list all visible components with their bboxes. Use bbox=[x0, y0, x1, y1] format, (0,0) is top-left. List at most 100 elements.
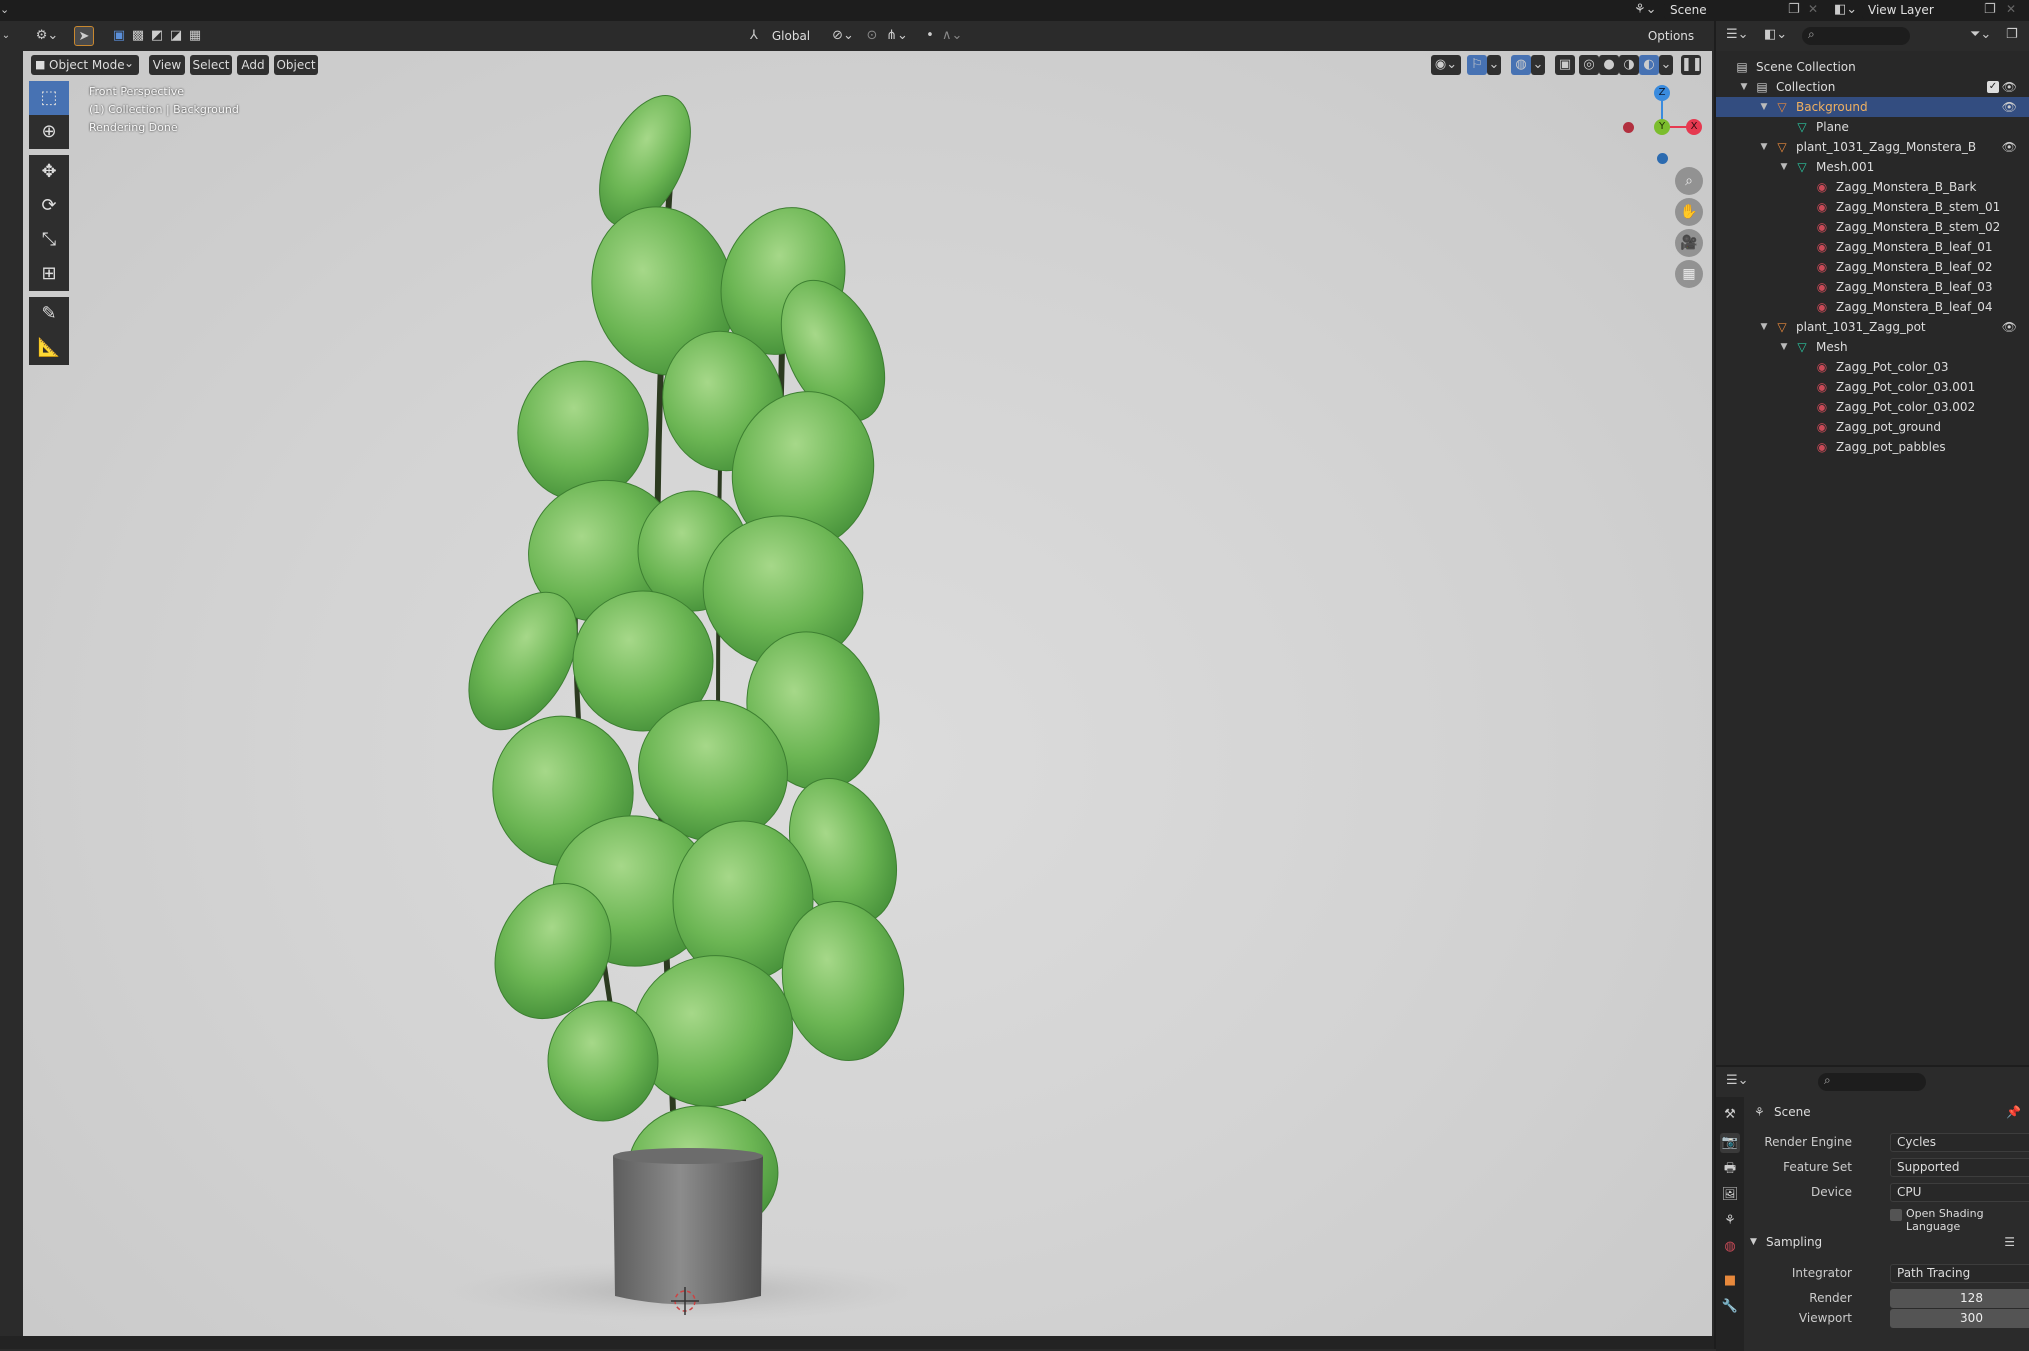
camera-view-icon[interactable]: 🎥 bbox=[1675, 229, 1703, 257]
expand-toggle-icon[interactable]: ▼ bbox=[1758, 137, 1770, 157]
select-extend-icon[interactable]: ▩ bbox=[129, 26, 147, 46]
view-layer-field[interactable]: View Layer bbox=[1862, 2, 1982, 19]
render-samples-field[interactable]: 128 bbox=[1890, 1289, 2029, 1308]
expand-toggle-icon[interactable]: ▼ bbox=[1778, 157, 1790, 177]
visibility-eye-icon[interactable]: 👁 bbox=[2002, 137, 2017, 157]
select-box-tool-icon[interactable]: ⬚ bbox=[29, 81, 69, 115]
pin-icon[interactable]: 📌 bbox=[2006, 1105, 2021, 1119]
display-mode-icon[interactable]: ◧⌄ bbox=[1764, 27, 1787, 42]
new-collection-icon[interactable]: ❐ bbox=[2006, 27, 2018, 42]
outliner-editor-type-icon[interactable]: ☰⌄ bbox=[1726, 27, 1749, 42]
new-view-layer-icon[interactable]: ❐ bbox=[1984, 2, 1996, 17]
select-intersect-icon[interactable]: ▦ bbox=[186, 26, 204, 46]
gizmo-y-axis[interactable]: Y bbox=[1654, 119, 1670, 135]
rotate-tool-icon[interactable]: ⟳ bbox=[29, 189, 69, 223]
scene-name-field[interactable]: Scene bbox=[1664, 2, 1784, 19]
shading-solid-icon[interactable]: ● bbox=[1599, 55, 1619, 75]
gizmo-neg-z-axis[interactable] bbox=[1657, 153, 1668, 164]
expand-toggle-icon[interactable]: ▼ bbox=[1758, 317, 1770, 337]
close-scene-icon[interactable]: ✕ bbox=[1808, 2, 1818, 16]
outliner-row[interactable]: ▼ ▤ Collection 👁 ✓ bbox=[1716, 77, 2029, 97]
close-view-layer-icon[interactable]: ✕ bbox=[2006, 2, 2016, 16]
presets-list-icon[interactable]: ☰ bbox=[2004, 1235, 2015, 1249]
outliner-row[interactable]: ▼ ▽ plant_1031_Zagg_pot 👁 bbox=[1716, 317, 2029, 337]
overlays-dropdown-icon[interactable]: ⌄ bbox=[1531, 55, 1545, 75]
outliner-row[interactable]: ▤ Scene Collection bbox=[1716, 57, 2029, 77]
shading-dropdown-icon[interactable]: ⌄ bbox=[1659, 55, 1673, 75]
transform-orientation-icon[interactable]: ⅄ bbox=[744, 26, 764, 46]
mode-selector[interactable]: ■ Object Mode ⌄ bbox=[31, 55, 139, 75]
feature-set-select[interactable]: Supported bbox=[1890, 1158, 2029, 1177]
menu-add[interactable]: Add bbox=[237, 55, 269, 75]
viewport-samples-field[interactable]: 300 bbox=[1890, 1309, 2029, 1328]
outliner-row[interactable]: ◉ Zagg_Monstera_B_leaf_01 bbox=[1716, 237, 2029, 257]
navigation-gizmo[interactable]: Z Y X bbox=[1623, 85, 1703, 165]
scene-tab-icon[interactable]: ⚘ bbox=[1720, 1211, 1740, 1231]
view-layer-icon[interactable]: ◧⌄ bbox=[1834, 2, 1857, 17]
view-layer-tab-icon[interactable]: 🖼 bbox=[1720, 1185, 1740, 1205]
menu-select[interactable]: Select bbox=[190, 55, 232, 75]
visibility-eye-icon[interactable]: 👁 bbox=[2002, 97, 2017, 117]
outliner-row[interactable]: ◉ Zagg_Pot_color_03 bbox=[1716, 357, 2029, 377]
render-tab-icon[interactable]: 📷 bbox=[1720, 1133, 1740, 1153]
object-tab-icon[interactable]: ■ bbox=[1720, 1271, 1740, 1291]
proportional-edit-icon[interactable]: • bbox=[920, 26, 940, 46]
world-tab-icon[interactable]: ◍ bbox=[1720, 1237, 1740, 1257]
shading-wireframe-icon[interactable]: ◎ bbox=[1579, 55, 1599, 75]
outliner-row[interactable]: ▼ ▽ Mesh bbox=[1716, 337, 2029, 357]
modifier-tab-icon[interactable]: 🔧 bbox=[1720, 1297, 1740, 1317]
proportional-falloff-icon[interactable]: ∧⌄ bbox=[942, 26, 962, 46]
pause-render-icon[interactable]: ❚❚ bbox=[1681, 55, 1703, 75]
outliner-row[interactable]: ◉ Zagg_Monstera_B_leaf_02 bbox=[1716, 257, 2029, 277]
move-tool-icon[interactable]: ✥ bbox=[29, 155, 69, 189]
outliner-row[interactable]: ◉ Zagg_Monstera_B_stem_01 bbox=[1716, 197, 2029, 217]
select-tool-icon[interactable]: ➤ bbox=[74, 26, 94, 46]
gizmo-dropdown-icon[interactable]: ⌄ bbox=[1487, 55, 1501, 75]
outliner-row[interactable]: ▼ ▽ Background 👁 bbox=[1716, 97, 2029, 117]
select-difference-icon[interactable]: ◪ bbox=[167, 26, 185, 46]
sidebar-toggle-icon[interactable]: ⌄ bbox=[0, 26, 12, 46]
select-new-icon[interactable]: ▣ bbox=[110, 26, 128, 46]
outliner-row[interactable]: ◉ Zagg_pot_pabbles bbox=[1716, 437, 2029, 457]
new-scene-icon[interactable]: ❐ bbox=[1788, 2, 1800, 17]
gizmo-neg-x-axis[interactable] bbox=[1623, 122, 1634, 133]
outliner-row[interactable]: ◉ Zagg_Pot_color_03.001 bbox=[1716, 377, 2029, 397]
select-subtract-icon[interactable]: ◩ bbox=[148, 26, 166, 46]
menu-object[interactable]: Object bbox=[274, 55, 318, 75]
outliner-row[interactable]: ◉ Zagg_Monstera_B_stem_02 bbox=[1716, 217, 2029, 237]
outliner-row[interactable]: ▼ ▽ Mesh.001 bbox=[1716, 157, 2029, 177]
render-engine-select[interactable]: Cycles bbox=[1890, 1133, 2029, 1152]
outliner-row[interactable]: ◉ Zagg_Pot_color_03.002 bbox=[1716, 397, 2029, 417]
zoom-icon[interactable]: ⌕ bbox=[1675, 167, 1703, 195]
shading-rendered-icon[interactable]: ◐ bbox=[1639, 55, 1659, 75]
outliner-row[interactable]: ◉ Zagg_pot_ground bbox=[1716, 417, 2029, 437]
gizmo-toggle-icon[interactable]: ⚐ bbox=[1467, 55, 1487, 75]
snap-icon[interactable]: ⊙ bbox=[862, 26, 882, 46]
outliner-row[interactable]: ◉ Zagg_Monstera_B_leaf_03 bbox=[1716, 277, 2029, 297]
visibility-icon[interactable]: ◉⌄ bbox=[1431, 55, 1461, 75]
shading-material-icon[interactable]: ◑ bbox=[1619, 55, 1639, 75]
collection-checkbox[interactable]: ✓ bbox=[1987, 81, 1999, 93]
transform-orientation-select[interactable]: Global bbox=[762, 26, 820, 46]
scale-tool-icon[interactable]: ⤡ bbox=[29, 223, 69, 257]
tool-tab-icon[interactable]: ⚒ bbox=[1720, 1105, 1740, 1125]
outliner-row[interactable]: ◉ Zagg_Monstera_B_leaf_04 bbox=[1716, 297, 2029, 317]
integrator-select[interactable]: Path Tracing bbox=[1890, 1264, 2029, 1283]
gizmo-x-axis[interactable]: X bbox=[1686, 119, 1702, 135]
gizmo-z-axis[interactable]: Z bbox=[1654, 85, 1670, 101]
visibility-eye-icon[interactable]: 👁 bbox=[2002, 77, 2017, 97]
outliner-row[interactable]: ▽ Plane bbox=[1716, 117, 2029, 137]
outliner-search-input[interactable]: ⌕ bbox=[1802, 27, 1910, 45]
expand-toggle-icon[interactable]: ▼ bbox=[1738, 77, 1750, 97]
sampling-collapse-icon[interactable]: ▼ bbox=[1750, 1237, 1757, 1247]
properties-search-input[interactable]: ⌕ bbox=[1818, 1073, 1926, 1091]
annotate-tool-icon[interactable]: ✎ bbox=[29, 297, 69, 331]
osl-checkbox[interactable] bbox=[1890, 1209, 1902, 1221]
sampling-title[interactable]: Sampling bbox=[1766, 1235, 1822, 1249]
overlays-toggle-icon[interactable]: ◍ bbox=[1511, 55, 1531, 75]
scene-icon[interactable]: ⚘⌄ bbox=[1634, 2, 1657, 17]
device-select[interactable]: CPU bbox=[1890, 1183, 2029, 1202]
pan-hand-icon[interactable]: ✋ bbox=[1675, 198, 1703, 226]
expand-toggle-icon[interactable]: ▼ bbox=[1778, 337, 1790, 357]
cursor-tool-icon[interactable]: ⊕ bbox=[29, 115, 69, 149]
